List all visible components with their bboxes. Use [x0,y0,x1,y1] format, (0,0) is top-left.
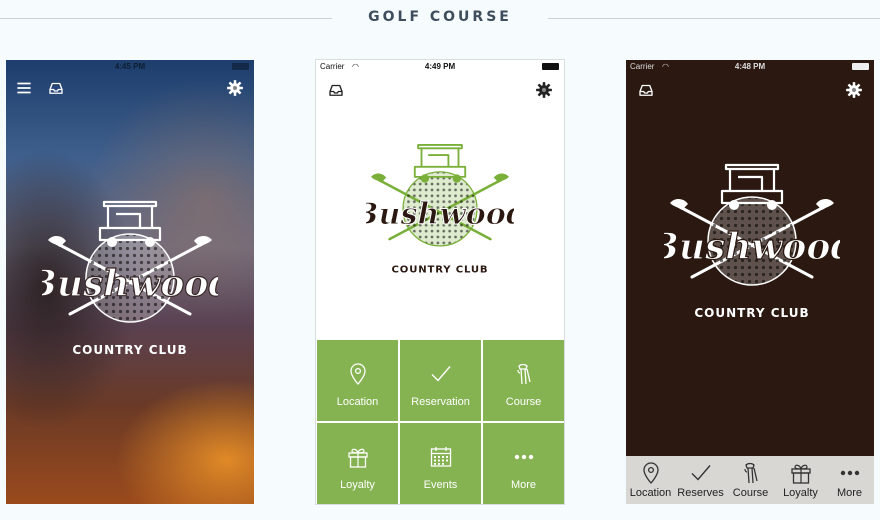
more-dots-icon [483,445,564,469]
section-header: GOLF COURSE [0,0,880,36]
checkmark-icon [676,461,725,485]
status-time: 4:45 PM [114,62,146,71]
logo-name: Bushwood [366,197,514,232]
tile-course[interactable]: Course [483,340,564,421]
inbox-icon[interactable] [637,81,655,99]
tab-label: Reserves [677,487,724,499]
tile-label: Loyalty [340,479,375,491]
tile-events[interactable]: Events [400,423,481,504]
menu-grid: Location Reservation Course Loyalty Even… [317,340,564,504]
golf-bag-icon [726,461,775,485]
logo-name: Bushwood [42,263,218,305]
tile-reservation[interactable]: Reservation [400,340,481,421]
tile-location[interactable]: Location [317,340,398,421]
tab-location[interactable]: Location [626,456,675,504]
logo-subtitle: COUNTRY CLUB [72,343,187,357]
club-logo: Bushwood COUNTRY CLUB [42,196,218,358]
golf-bag-icon [483,362,564,386]
tile-label: Reservation [411,396,470,408]
tile-loyalty[interactable]: Loyalty [317,423,398,504]
header-rule-right [548,18,880,19]
tile-label: More [510,479,537,491]
menu-icon[interactable] [15,79,33,97]
phone-screen-tabbar: Carrier ◠ 4:48 PM Bushwood COUNTRY CLUB … [626,60,874,504]
logo-subtitle: COUNTRY CLUB [392,265,489,276]
tab-bar: Location Reserves Course Loyalty More [626,456,874,504]
phone-screen-photo: 4:45 PM Bushwood COUNTRY CLUB [6,60,254,504]
club-logo: Bushwood COUNTRY CLUB [664,150,840,330]
tab-course[interactable]: Course [726,456,775,504]
status-bar: Carrier ◠ 4:49 PM [316,60,564,74]
phone-screen-grid: Carrier ◠ 4:49 PM Bushwood COUNTRY CLUB … [316,60,564,504]
gift-icon [317,445,398,469]
checkmark-icon [400,362,481,386]
inbox-icon[interactable] [47,79,65,97]
tile-label: Course [505,396,542,408]
gear-icon[interactable] [535,81,553,99]
logo-name: Bushwood [664,226,840,268]
more-dots-icon [825,461,874,485]
tile-label: Events [423,479,458,491]
gear-icon[interactable] [226,79,244,97]
calendar-icon [400,445,481,469]
status-bar: Carrier ◠ 4:48 PM [626,60,874,74]
status-time: 4:48 PM [734,62,766,71]
battery-icon [852,63,869,70]
location-pin-icon [317,362,398,386]
gear-icon[interactable] [845,81,863,99]
status-bar: 4:45 PM [6,60,254,74]
battery-icon [232,63,249,70]
logo-subtitle: COUNTRY CLUB [694,306,809,320]
tile-more[interactable]: More [483,423,564,504]
inbox-icon[interactable] [327,81,345,99]
section-title: GOLF COURSE [368,9,512,25]
status-time: 4:49 PM [424,62,456,71]
tab-label: More [836,487,863,499]
battery-icon [542,63,559,70]
location-pin-icon [626,461,675,485]
club-logo: Bushwood COUNTRY CLUB [366,138,514,278]
tab-label: Course [732,487,769,499]
tab-more[interactable]: More [825,456,874,504]
gift-icon [776,461,825,485]
tab-loyalty[interactable]: Loyalty [776,456,825,504]
tab-reserves[interactable]: Reserves [676,456,725,504]
tile-label: Location [336,396,379,408]
